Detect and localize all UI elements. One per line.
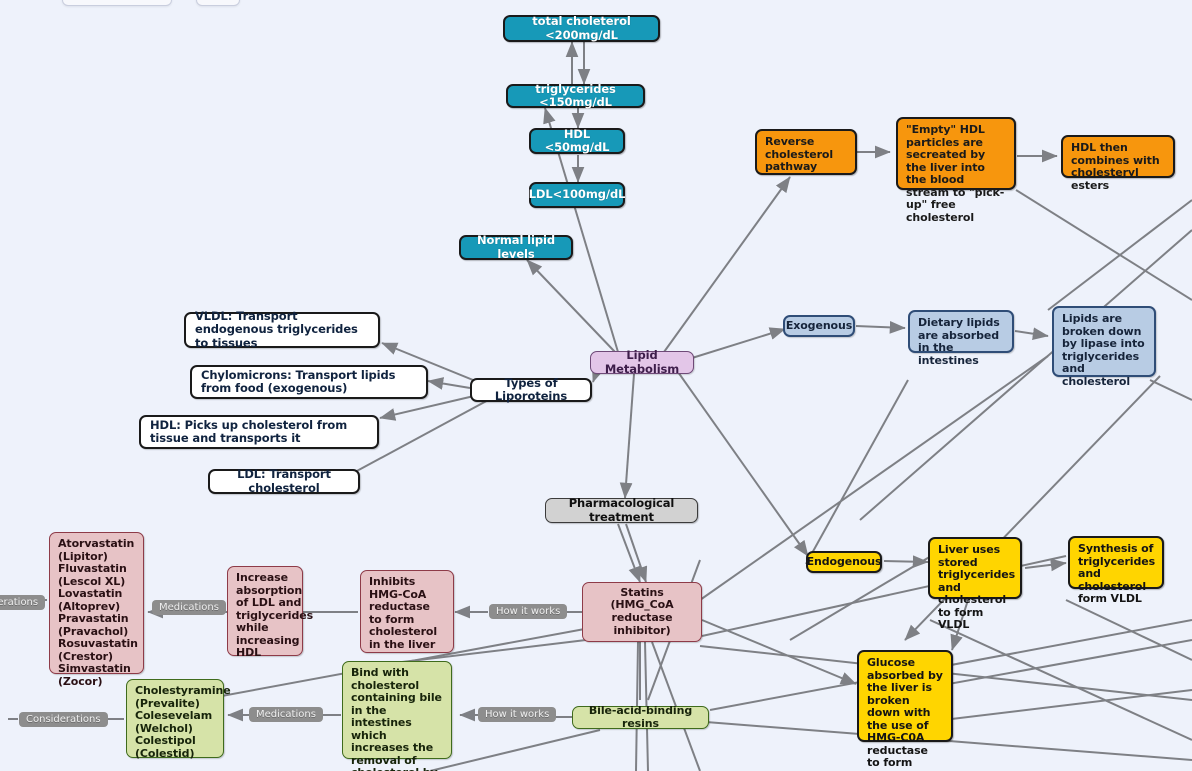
- node-label: VLDL: Transport endogenous triglycerides…: [195, 309, 362, 350]
- node-exogenous[interactable]: Exogenous: [783, 315, 855, 337]
- node-label: Chylomicrons: Transport lipids from food…: [201, 367, 400, 395]
- node-label: LDL: Transport cholesterol: [237, 467, 335, 495]
- node-label: Bind with cholesterol containing bile in…: [351, 666, 442, 771]
- node-lipids-broken-down[interactable]: Lipids are broken down by lipase into tr…: [1052, 306, 1156, 387]
- node-synthesis-vldl[interactable]: Synthesis of triglycerides and cholester…: [1068, 536, 1164, 605]
- edge-label-considerations-resins[interactable]: Considerations: [19, 712, 108, 727]
- edge-label-text: Medications: [159, 602, 219, 613]
- node-label: Exogenous: [785, 318, 853, 332]
- node-glucose-absorbed[interactable]: Glucose absorbed by the liver is broken …: [857, 650, 953, 771]
- node-empty-hdl-particles[interactable]: "Empty" HDL particles are secreated by t…: [896, 117, 1016, 224]
- node-label: Dietary lipids are absorbed in the intes…: [918, 316, 1004, 367]
- node-statins[interactable]: Statins (HMG_CoA reductase inhibitor): [582, 582, 702, 642]
- node-triglycerides[interactable]: triglycerides <150mg/dL: [506, 81, 645, 109]
- node-chylomicrons[interactable]: Chylomicrons: Transport lipids from food…: [190, 365, 428, 399]
- node-label: Inhibits HMG-CoA reductase to form chole…: [369, 575, 441, 651]
- toolbar-fragment-left[interactable]: [62, 0, 172, 6]
- node-label: Liver uses stored triglycerides and chol…: [938, 543, 1019, 632]
- node-label: Types of Liporoteins: [494, 375, 568, 403]
- node-types-of-lipoproteins[interactable]: Types of Liporoteins: [470, 375, 592, 403]
- node-ldl-transport[interactable]: LDL: Transport cholesterol: [208, 467, 360, 495]
- edge-label-how-it-works-resins[interactable]: How it works: [478, 707, 557, 722]
- node-bind-with-cholesterol[interactable]: Bind with cholesterol containing bile in…: [342, 661, 452, 771]
- concept-map-canvas[interactable]: total choleterol <200mg/dL triglycerides…: [0, 0, 1192, 771]
- node-endogenous[interactable]: Endogenous: [806, 551, 882, 573]
- node-label: Glucose absorbed by the liver is broken …: [867, 656, 943, 771]
- node-lipid-metabolism[interactable]: Lipid Metabolism: [590, 348, 694, 376]
- node-label: HDL then combines with cholesteryl ester…: [1071, 141, 1164, 192]
- node-ldl-level[interactable]: LDL<100mg/dL: [529, 182, 625, 208]
- node-statin-list[interactable]: Atorvastatin (Lipitor) Fluvastatin (Lesc…: [49, 532, 144, 688]
- node-label: Pharmacological treatment: [568, 496, 679, 524]
- edge-label-text: Considerations: [26, 714, 101, 725]
- edge-layer: [8, 41, 1192, 771]
- node-hdl-level[interactable]: HDL <50mg/dL: [529, 126, 625, 154]
- edge-label-how-it-works-statins[interactable]: How it works: [489, 604, 568, 619]
- node-hdl-combines[interactable]: HDL then combines with cholesteryl ester…: [1061, 135, 1175, 191]
- edge-label-text: How it works: [496, 606, 561, 617]
- node-label: Synthesis of triglycerides and cholester…: [1078, 542, 1159, 606]
- edge-label-text: How it works: [485, 709, 550, 720]
- node-label: LDL<100mg/dL: [528, 187, 626, 202]
- node-bile-acid-resins[interactable]: Bile-acid-binding resins: [572, 703, 709, 730]
- node-hdl-picks-up[interactable]: HDL: Picks up cholesterol from tissue an…: [139, 415, 379, 449]
- edge-label-considerations-statins[interactable]: derations: [0, 595, 46, 610]
- node-pharmacological-treatment[interactable]: Pharmacological treatment: [545, 496, 698, 524]
- node-label: Normal lipid levels: [477, 233, 559, 261]
- node-label: Atorvastatin (Lipitor) Fluvastatin (Lesc…: [58, 537, 142, 688]
- node-reverse-cholesterol-pathway[interactable]: Reverse cholesterol pathway: [755, 129, 857, 175]
- node-label: Statins (HMG_CoA reductase inhibitor): [610, 585, 678, 637]
- node-total-cholesterol[interactable]: total choleterol <200mg/dL: [503, 15, 660, 42]
- edge-label-medications-resins[interactable]: Medications: [249, 707, 323, 722]
- node-label: Lipids are broken down by lipase into tr…: [1062, 312, 1149, 388]
- toolbar-fragment-right[interactable]: [196, 0, 240, 6]
- node-label: HDL <50mg/dL: [544, 126, 610, 154]
- node-label: Endogenous: [806, 554, 882, 568]
- node-label: Cholestyramine (Prevalite) Colesevelam (…: [135, 684, 235, 760]
- node-label: Lipid Metabolism: [604, 348, 680, 376]
- node-normal-lipid-levels[interactable]: Normal lipid levels: [459, 233, 573, 261]
- node-inhibits-hmg-coa[interactable]: Inhibits HMG-CoA reductase to form chole…: [360, 570, 454, 653]
- edge-label-medications-statins[interactable]: Medications: [152, 600, 226, 615]
- node-label: Increase absorption of LDL and triglycer…: [236, 571, 317, 660]
- edge-label-text: Medications: [256, 709, 316, 720]
- node-label: triglycerides <150mg/dL: [535, 81, 620, 109]
- node-label: total choleterol <200mg/dL: [532, 14, 635, 42]
- node-label: HDL: Picks up cholesterol from tissue an…: [150, 417, 351, 445]
- node-liver-uses-stored[interactable]: Liver uses stored triglycerides and chol…: [928, 537, 1022, 631]
- node-resin-list[interactable]: Cholestyramine (Prevalite) Colesevelam (…: [126, 679, 231, 759]
- node-dietary-lipids-absorbed[interactable]: Dietary lipids are absorbed in the intes…: [908, 310, 1014, 366]
- node-label: Bile-acid-binding resins: [588, 703, 696, 730]
- edge-label-text: derations: [0, 597, 39, 608]
- node-vldl-transport[interactable]: VLDL: Transport endogenous triglycerides…: [184, 309, 380, 350]
- node-label: Reverse cholesterol pathway: [765, 135, 837, 174]
- node-increase-absorption[interactable]: Increase absorption of LDL and triglycer…: [227, 566, 313, 659]
- node-label: "Empty" HDL particles are secreated by t…: [906, 123, 1005, 224]
